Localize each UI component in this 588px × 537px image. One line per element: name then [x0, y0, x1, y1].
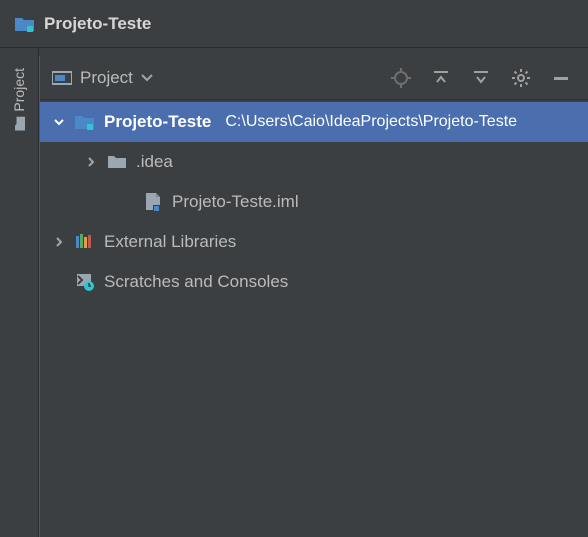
panel-header: Project	[40, 56, 588, 100]
tree-node-scratches[interactable]: Scratches and Consoles	[40, 262, 588, 302]
scratches-icon	[74, 273, 96, 291]
folder-icon	[106, 154, 128, 170]
tool-window-rail: Project	[0, 48, 39, 537]
tree-node-label: Projeto-Teste.iml	[172, 192, 299, 212]
tree-node-label: Scratches and Consoles	[104, 272, 288, 292]
main-area: Project Project	[0, 48, 588, 537]
title-bar: Projeto-Teste	[0, 0, 588, 48]
rail-tab-project[interactable]: Project	[11, 62, 27, 134]
tree-node-label: Projeto-Teste	[104, 112, 211, 132]
expand-all-button[interactable]	[424, 61, 458, 95]
tree-node-iml[interactable]: Projeto-Teste.iml	[40, 182, 588, 222]
settings-button[interactable]	[504, 61, 538, 95]
view-selector[interactable]: Project	[52, 68, 153, 88]
project-tree[interactable]: Projeto-Teste C:\Users\Caio\IdeaProjects…	[40, 100, 588, 302]
module-file-icon	[142, 192, 164, 212]
view-selector-icon	[52, 70, 72, 86]
project-folder-icon	[74, 113, 96, 131]
chevron-down-icon[interactable]	[52, 119, 66, 126]
collapse-all-button[interactable]	[464, 61, 498, 95]
project-title: Projeto-Teste	[44, 14, 151, 34]
tree-node-external-libraries[interactable]: External Libraries	[40, 222, 588, 262]
hide-button[interactable]	[544, 61, 578, 95]
libraries-icon	[74, 233, 96, 251]
rail-tab-label: Project	[11, 68, 27, 112]
tree-node-path: C:\Users\Caio\IdeaProjects\Projeto-Teste	[225, 113, 517, 131]
project-folder-icon	[14, 15, 36, 33]
tree-node-root[interactable]: Projeto-Teste C:\Users\Caio\IdeaProjects…	[40, 102, 588, 142]
locate-button[interactable]	[384, 61, 418, 95]
tree-node-label: .idea	[136, 152, 173, 172]
project-panel: Project	[39, 56, 588, 537]
tree-node-idea[interactable]: .idea	[40, 142, 588, 182]
view-selector-label: Project	[80, 68, 133, 88]
chevron-right-icon[interactable]	[84, 157, 98, 167]
chevron-down-icon	[141, 74, 153, 82]
chevron-right-icon[interactable]	[52, 237, 66, 247]
tree-node-label: External Libraries	[104, 232, 236, 252]
